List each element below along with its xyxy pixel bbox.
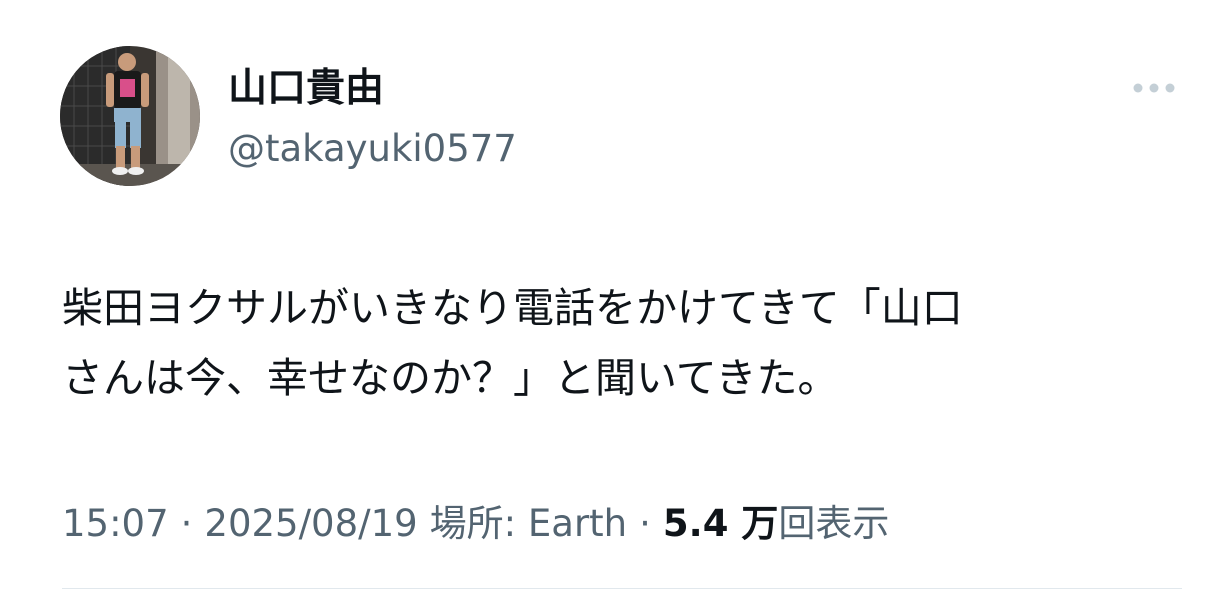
meta-separator: · — [180, 502, 193, 545]
avatar[interactable] — [60, 46, 200, 186]
meta-separator: · — [639, 502, 651, 545]
tweet-text: 柴田ヨクサルがいきなり電話をかけてきて「山口 さんは今、幸せなのか？」と聞いてき… — [62, 273, 1172, 413]
user-photo-icon — [60, 46, 200, 186]
views-count: 5.4 万 — [662, 502, 779, 545]
more-horizontal-icon — [1133, 83, 1175, 93]
tweet-text-line: 柴田ヨクサルがいきなり電話をかけてきて「山口 — [62, 284, 963, 332]
display-name[interactable]: 山口貴由 — [228, 63, 384, 115]
user-handle[interactable]: @takayuki0577 — [228, 124, 517, 174]
tweet-meta: 15:07 · 2025/08/19 場所: Earth · 5.4 万 回表示 — [62, 497, 889, 551]
tweet-location: 場所: Earth — [429, 502, 628, 545]
divider — [62, 588, 1182, 589]
tweet-text-line: さんは今、幸せなのか？」と聞いてきた。 — [62, 354, 839, 402]
tweet-date[interactable]: 2025/08/19 — [204, 497, 417, 551]
more-button[interactable] — [1124, 70, 1184, 106]
tweet-time[interactable]: 15:07 — [62, 497, 169, 551]
views-label: 回表示 — [778, 502, 890, 545]
